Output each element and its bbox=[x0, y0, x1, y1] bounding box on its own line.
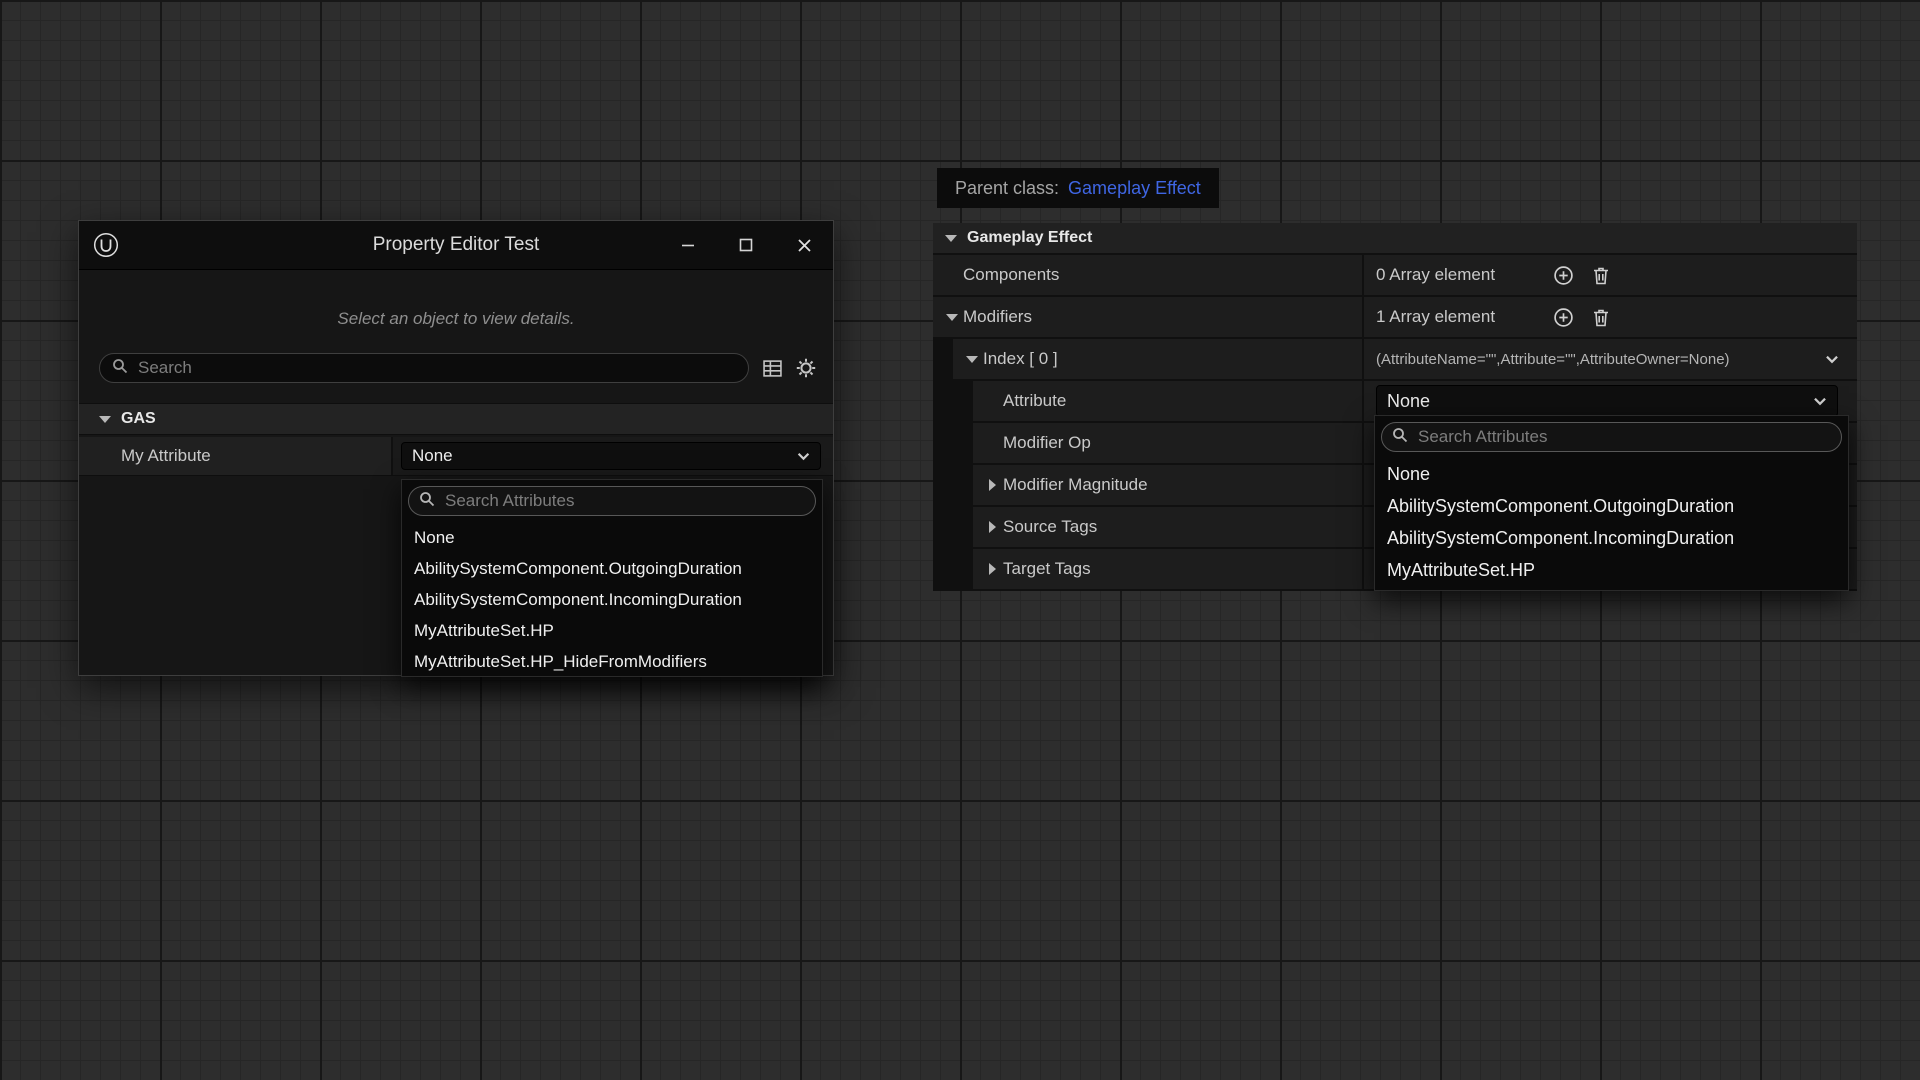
attribute-picker-dropdown: None AbilitySystemComponent.OutgoingDura… bbox=[1374, 415, 1849, 591]
category-gas-label: GAS bbox=[121, 410, 156, 428]
category-gas[interactable]: GAS bbox=[79, 403, 833, 435]
minimize-button[interactable] bbox=[659, 221, 717, 269]
attribute-search-box[interactable] bbox=[1381, 422, 1842, 452]
display-options-icon[interactable] bbox=[763, 359, 782, 378]
components-value-cell: 0 Array element bbox=[1364, 255, 1857, 295]
attribute-search-input[interactable] bbox=[443, 490, 805, 512]
attribute-label-cell: Attribute bbox=[973, 381, 1364, 421]
components-label-cell: Components bbox=[933, 255, 1364, 295]
details-panel: Gameplay Effect Components 0 Array eleme… bbox=[933, 223, 1857, 591]
expander-slot bbox=[981, 563, 1003, 575]
details-search-box[interactable] bbox=[99, 353, 749, 383]
modifier-magnitude-label-cell: Modifier Magnitude bbox=[973, 465, 1364, 505]
attribute-search-box[interactable] bbox=[408, 486, 816, 516]
dropdown-item[interactable]: MyAttributeSet.HP bbox=[402, 615, 822, 646]
search-icon bbox=[1392, 427, 1408, 448]
target-tags-label-cell: Target Tags bbox=[973, 549, 1364, 589]
attribute-search-input[interactable] bbox=[1416, 426, 1831, 448]
expander-modifiers-icon[interactable] bbox=[946, 314, 958, 321]
my-attribute-combobox[interactable]: None bbox=[401, 442, 821, 470]
index-0-label: Index [ 0 ] bbox=[983, 349, 1058, 369]
parent-class-link[interactable]: Gameplay Effect bbox=[1068, 178, 1201, 199]
settings-gear-icon[interactable] bbox=[796, 358, 816, 378]
my-attribute-row: My Attribute None bbox=[79, 437, 833, 476]
clear-array-button[interactable] bbox=[1592, 307, 1610, 328]
close-button[interactable] bbox=[775, 221, 833, 269]
expander-modifier-magnitude-icon[interactable] bbox=[989, 479, 996, 491]
expander-index-0-icon[interactable] bbox=[966, 356, 978, 363]
components-row: Components 0 Array element bbox=[933, 255, 1857, 295]
dropdown-item[interactable]: None bbox=[1375, 458, 1848, 490]
expander-slot bbox=[981, 479, 1003, 491]
search-icon bbox=[419, 491, 435, 512]
chevron-down-icon bbox=[1813, 397, 1827, 406]
index-0-value-cell: (AttributeName="",Attribute="",Attribute… bbox=[1364, 339, 1857, 379]
search-icon bbox=[112, 358, 128, 379]
dropdown-item[interactable]: AbilitySystemComponent.IncomingDuration bbox=[1375, 522, 1848, 554]
add-element-button[interactable] bbox=[1553, 265, 1574, 286]
my-attribute-label: My Attribute bbox=[121, 446, 211, 466]
dropdown-item[interactable]: AbilitySystemComponent.OutgoingDuration bbox=[1375, 490, 1848, 522]
parent-class-chip: Parent class: Gameplay Effect bbox=[937, 168, 1219, 208]
target-tags-label: Target Tags bbox=[1003, 559, 1091, 579]
chevron-down-icon[interactable] bbox=[1825, 355, 1839, 364]
blueprint-grid-background: Property Editor Test Select an object to… bbox=[0, 0, 1920, 1080]
expander-source-tags-icon[interactable] bbox=[989, 521, 996, 533]
expander-gas-icon[interactable] bbox=[99, 416, 111, 423]
expander-slot bbox=[961, 356, 983, 363]
index-0-row: Index [ 0 ] (AttributeName="",Attribute=… bbox=[953, 339, 1857, 379]
category-gameplay-effect-label: Gameplay Effect bbox=[967, 229, 1092, 247]
chevron-down-icon bbox=[797, 452, 810, 461]
modifiers-count: 1 Array element bbox=[1376, 307, 1495, 327]
my-attribute-label-cell: My Attribute bbox=[79, 437, 393, 475]
attribute-label: Attribute bbox=[1003, 391, 1066, 411]
my-attribute-value-cell: None bbox=[393, 437, 833, 475]
my-attribute-combobox-value: None bbox=[412, 446, 453, 466]
index-0-label-cell: Index [ 0 ] bbox=[953, 339, 1364, 379]
components-label: Components bbox=[963, 265, 1059, 285]
attribute-combobox[interactable]: None bbox=[1376, 385, 1838, 417]
category-gameplay-effect[interactable]: Gameplay Effect bbox=[933, 223, 1857, 253]
modifiers-label-cell: Modifiers bbox=[933, 297, 1364, 337]
modifier-op-label: Modifier Op bbox=[1003, 433, 1091, 453]
attribute-picker-dropdown: None AbilitySystemComponent.OutgoingDura… bbox=[401, 479, 823, 677]
expander-gameplay-effect-icon[interactable] bbox=[945, 235, 957, 242]
dropdown-item[interactable]: AbilitySystemComponent.OutgoingDuration bbox=[402, 553, 822, 584]
modifier-magnitude-label: Modifier Magnitude bbox=[1003, 475, 1148, 495]
expander-target-tags-icon[interactable] bbox=[989, 563, 996, 575]
dropdown-item[interactable]: MyAttributeSet.HP_HideFromModifiers bbox=[402, 646, 822, 677]
add-element-button[interactable] bbox=[1553, 307, 1574, 328]
dropdown-item[interactable]: AbilitySystemComponent.IncomingDuration bbox=[402, 584, 822, 615]
attribute-combobox-value: None bbox=[1387, 391, 1430, 412]
modifier-op-label-cell: Modifier Op bbox=[973, 423, 1364, 463]
modifiers-row: Modifiers 1 Array element bbox=[933, 297, 1857, 337]
clear-array-button[interactable] bbox=[1592, 265, 1610, 286]
attribute-list: None AbilitySystemComponent.OutgoingDura… bbox=[1375, 458, 1848, 586]
maximize-button[interactable] bbox=[717, 221, 775, 269]
parent-class-label: Parent class: bbox=[955, 178, 1059, 199]
window-controls bbox=[659, 221, 833, 269]
search-toolbar bbox=[99, 351, 817, 385]
source-tags-label: Source Tags bbox=[1003, 517, 1097, 537]
modifiers-value-cell: 1 Array element bbox=[1364, 297, 1857, 337]
window-titlebar[interactable]: Property Editor Test bbox=[79, 221, 833, 270]
attribute-list: None AbilitySystemComponent.OutgoingDura… bbox=[402, 522, 822, 677]
components-count: 0 Array element bbox=[1376, 265, 1495, 285]
expander-slot bbox=[941, 314, 963, 321]
source-tags-label-cell: Source Tags bbox=[973, 507, 1364, 547]
expander-slot bbox=[981, 521, 1003, 533]
dropdown-item[interactable]: None bbox=[402, 522, 822, 553]
search-input[interactable] bbox=[136, 357, 736, 379]
property-editor-window: Property Editor Test Select an object to… bbox=[78, 220, 834, 676]
index-0-struct-preview: (AttributeName="",Attribute="",Attribute… bbox=[1376, 351, 1730, 368]
modifiers-label: Modifiers bbox=[963, 307, 1032, 327]
empty-selection-hint: Select an object to view details. bbox=[79, 309, 833, 329]
dropdown-item[interactable]: MyAttributeSet.HP bbox=[1375, 554, 1848, 586]
unreal-logo-icon bbox=[93, 232, 119, 258]
